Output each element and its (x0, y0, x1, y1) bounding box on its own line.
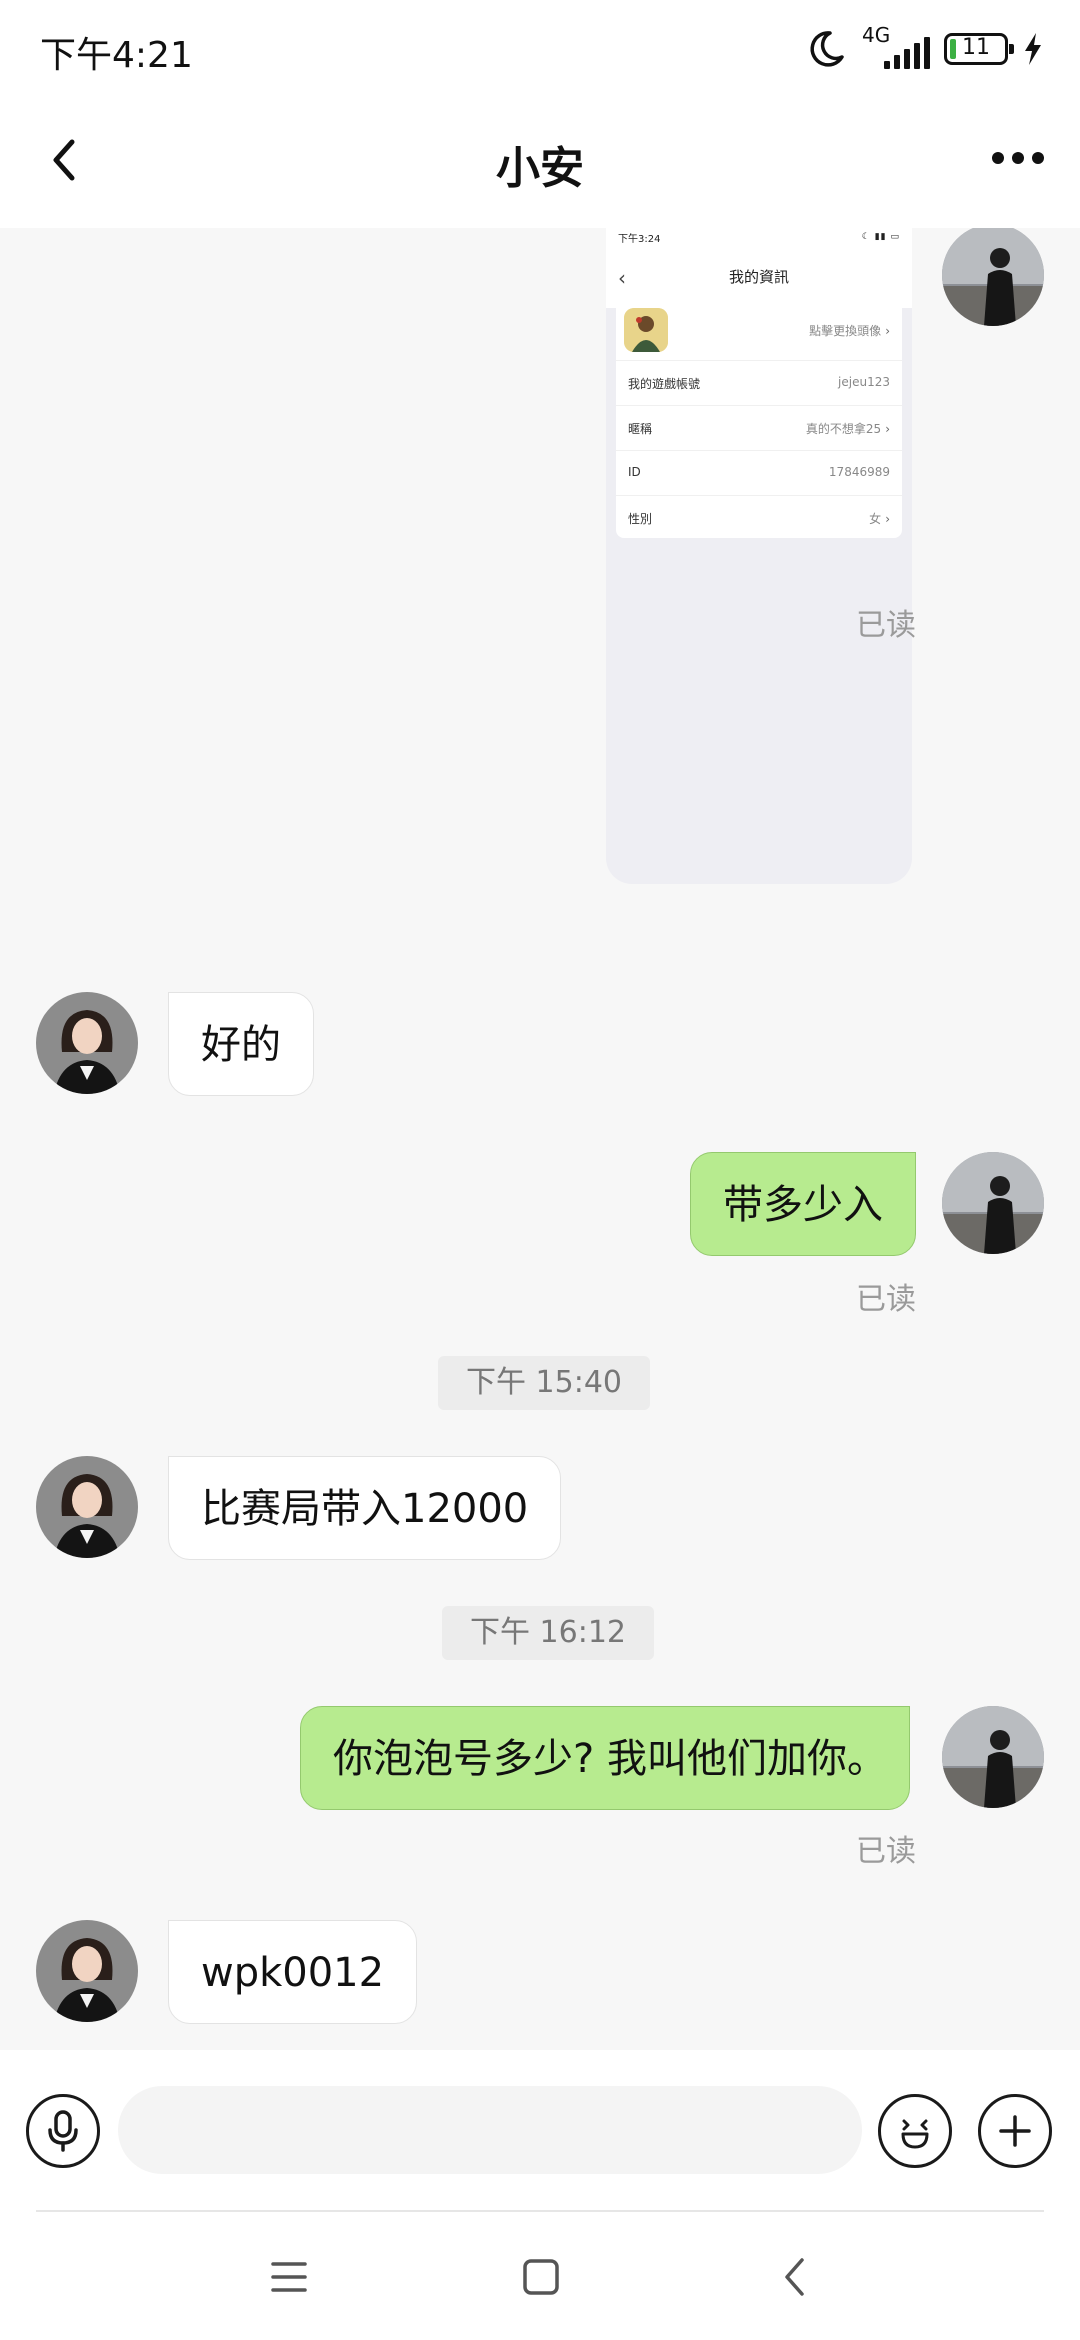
battery-icon: 11 (944, 33, 1014, 65)
screenshot-row-key: ID (628, 465, 641, 479)
screenshot-row-key: 暱稱 (628, 422, 653, 436)
battery-level: 11 (962, 35, 990, 60)
emoji-button[interactable] (878, 2094, 952, 2168)
charging-icon (1025, 33, 1041, 65)
voice-button[interactable] (26, 2094, 100, 2168)
shared-screenshot[interactable]: 下午3:24 ☾ ▮▮ ▭ ‹ 我的資訊 點擊更換頭像 › 我的遊戲帳號 jeje… (606, 228, 912, 884)
message-input[interactable] (118, 2086, 862, 2174)
more-actions-button[interactable] (978, 2094, 1052, 2168)
message-list[interactable]: 下午3:24 ☾ ▮▮ ▭ ‹ 我的資訊 點擊更換頭像 › 我的遊戲帳號 jeje… (0, 228, 1080, 2050)
screenshot-row: ID 17846989 (616, 450, 902, 495)
message-received[interactable]: 好的 (168, 992, 314, 1096)
more-icon[interactable] (992, 152, 1044, 164)
screenshot-status-bar: 下午3:24 ☾ ▮▮ ▭ (606, 228, 912, 246)
menu-icon[interactable] (270, 2260, 308, 2294)
screenshot-row-value: jejeu123 (838, 375, 890, 389)
my-avatar[interactable] (942, 1706, 1044, 1808)
screenshot-header: ‹ 我的資訊 (606, 246, 912, 308)
moon-icon (810, 31, 844, 67)
message-received[interactable]: wpk0012 (168, 1920, 418, 2024)
message-sent[interactable]: 你泡泡号多少? 我叫他们加你。 (300, 1706, 910, 1810)
screenshot-info-card: 點擊更換頭像 › 我的遊戲帳號 jejeu123 暱稱 真的不想拿25 › ID 1… (616, 300, 902, 538)
read-receipt: 已读 (856, 608, 916, 643)
chat-title: 小安 (496, 143, 584, 194)
status-icons: 4G 11 (806, 23, 1044, 74)
screenshot-row: 我的遊戲帳號 jejeu123 (616, 360, 902, 405)
status-bar: 下午4:21 4G 11 (0, 0, 1080, 100)
screenshot-row-value: 女 › (869, 512, 890, 526)
read-receipt: 已读 (856, 1834, 916, 1869)
screenshot-avatar-action: 點擊更換頭像 › (809, 324, 890, 338)
screenshot-row-key: 我的遊戲帳號 (628, 377, 701, 391)
microphone-icon (48, 2110, 78, 2152)
message-received[interactable]: 比赛局带入12000 (168, 1456, 562, 1560)
chat-header: 小安 (0, 100, 1080, 228)
input-bar (0, 2050, 1080, 2212)
screenshot-avatar-row: 點擊更換頭像 › (616, 300, 902, 360)
signal-icon: 4G (860, 23, 930, 71)
read-receipt: 已读 (856, 1282, 916, 1317)
contact-avatar[interactable] (36, 1920, 138, 2022)
timestamp: 下午 16:12 (442, 1606, 654, 1660)
screenshot-row-key: 性別 (628, 512, 653, 526)
status-time: 下午4:21 (40, 35, 193, 76)
my-avatar[interactable] (942, 228, 1044, 326)
screenshot-title: 我的資訊 (728, 268, 789, 286)
screenshot-row-value: 真的不想拿25 › (805, 422, 890, 436)
timestamp: 下午 15:40 (438, 1356, 650, 1410)
screenshot-time: 下午3:24 (618, 234, 661, 245)
contact-avatar[interactable] (36, 1456, 138, 1558)
screenshot-row-value: 17846989 (828, 465, 890, 479)
back-nav-icon[interactable] (780, 2256, 810, 2298)
home-icon[interactable] (522, 2258, 560, 2296)
system-nav-bar (0, 2212, 1080, 2340)
screenshot-row: 暱稱 真的不想拿25 › (616, 405, 902, 450)
emoji-icon (901, 2119, 929, 2149)
contact-avatar[interactable] (36, 992, 138, 1094)
screenshot-row: 性別 女 › (616, 495, 902, 540)
message-sent[interactable]: 带多少入 (690, 1152, 916, 1256)
screenshot-status-icons: ☾ ▮▮ ▭ (861, 232, 900, 242)
plus-icon (999, 2115, 1031, 2147)
my-avatar[interactable] (942, 1152, 1044, 1254)
